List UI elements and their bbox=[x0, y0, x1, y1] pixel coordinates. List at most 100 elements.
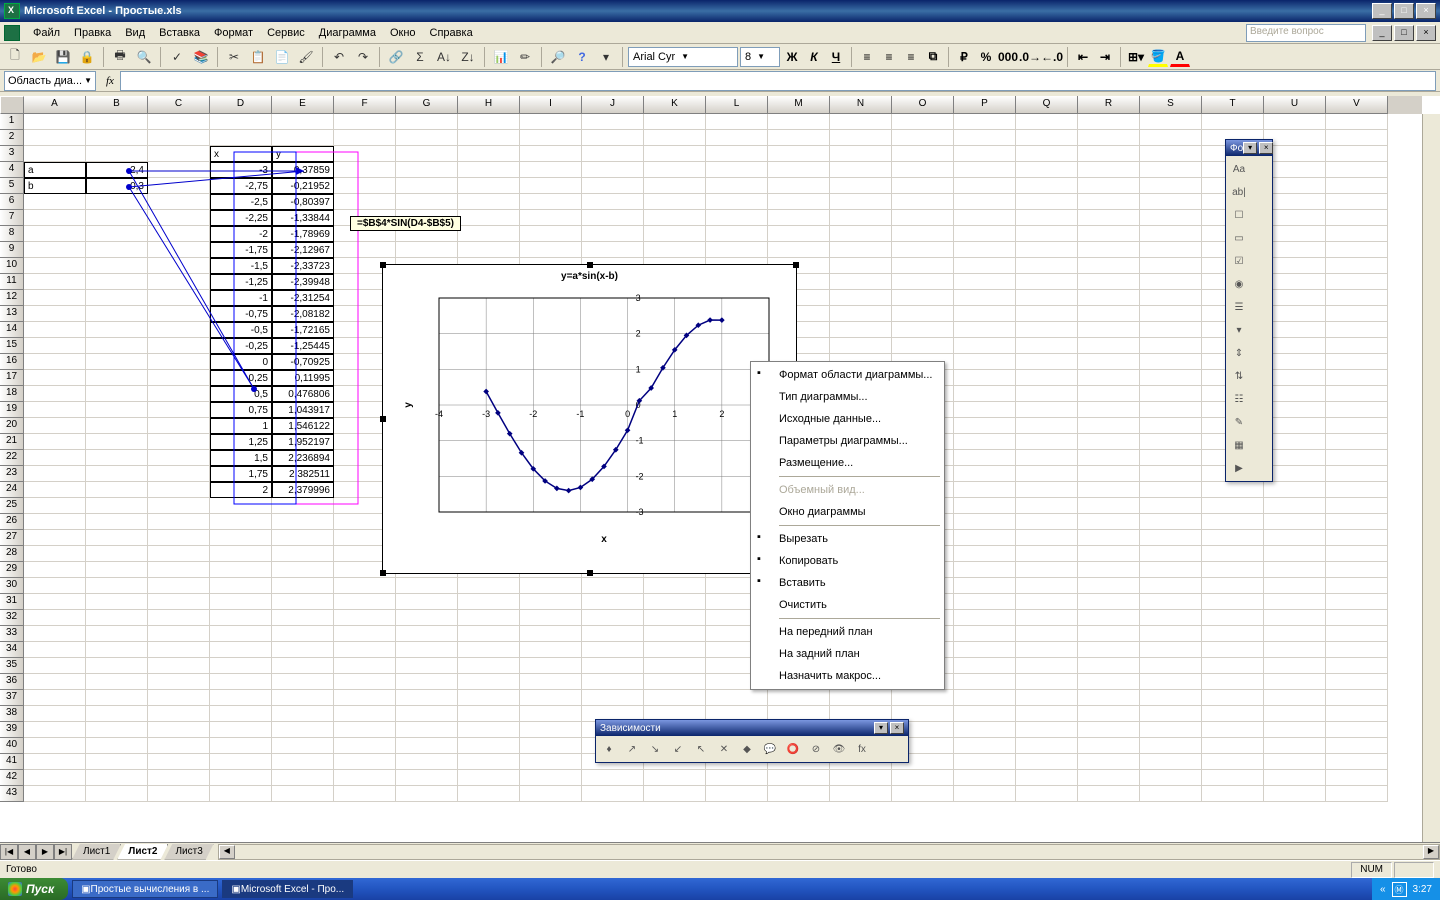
cell-A38[interactable] bbox=[24, 706, 86, 722]
cell-P14[interactable] bbox=[954, 322, 1016, 338]
cell-H30[interactable] bbox=[458, 578, 520, 594]
cell-C36[interactable] bbox=[148, 674, 210, 690]
row-header-18[interactable]: 18 bbox=[0, 386, 24, 402]
cell-E43[interactable] bbox=[272, 786, 334, 802]
cell-A13[interactable] bbox=[24, 306, 86, 322]
menu-формат[interactable]: Формат bbox=[207, 25, 260, 41]
row-header-40[interactable]: 40 bbox=[0, 738, 24, 754]
cell-F36[interactable] bbox=[334, 674, 396, 690]
cell-S8[interactable] bbox=[1140, 226, 1202, 242]
scrollbar-control-icon[interactable]: ⇕ bbox=[1228, 342, 1250, 364]
cell-P35[interactable] bbox=[954, 658, 1016, 674]
col-header-H[interactable]: H bbox=[458, 96, 520, 114]
cell-U4[interactable] bbox=[1264, 162, 1326, 178]
col-header-O[interactable]: O bbox=[892, 96, 954, 114]
cell-C2[interactable] bbox=[148, 130, 210, 146]
cell-C42[interactable] bbox=[148, 770, 210, 786]
cell-S23[interactable] bbox=[1140, 466, 1202, 482]
cell-P27[interactable] bbox=[954, 530, 1016, 546]
cell-C8[interactable] bbox=[148, 226, 210, 242]
cell-V31[interactable] bbox=[1326, 594, 1388, 610]
cell-Q31[interactable] bbox=[1016, 594, 1078, 610]
save-button[interactable]: 💾 bbox=[52, 46, 74, 68]
cell-H5[interactable] bbox=[458, 178, 520, 194]
cell-V3[interactable] bbox=[1326, 146, 1388, 162]
cell-J42[interactable] bbox=[582, 770, 644, 786]
cell-J35[interactable] bbox=[582, 658, 644, 674]
cell-T28[interactable] bbox=[1202, 546, 1264, 562]
cell-G37[interactable] bbox=[396, 690, 458, 706]
trace-precedents-icon[interactable]: ↗ bbox=[621, 738, 643, 760]
cell-Q2[interactable] bbox=[1016, 130, 1078, 146]
cell-D31[interactable] bbox=[210, 594, 272, 610]
cell-A18[interactable] bbox=[24, 386, 86, 402]
cell-B22[interactable] bbox=[86, 450, 148, 466]
cell-A19[interactable] bbox=[24, 402, 86, 418]
cell-V10[interactable] bbox=[1326, 258, 1388, 274]
clear-circles-icon[interactable]: ⊘ bbox=[805, 738, 827, 760]
cell-B23[interactable] bbox=[86, 466, 148, 482]
merge-center-button[interactable]: ⧉ bbox=[923, 47, 943, 67]
cell-T32[interactable] bbox=[1202, 610, 1264, 626]
cell-B9[interactable] bbox=[86, 242, 148, 258]
cell-V40[interactable] bbox=[1326, 738, 1388, 754]
cell-D30[interactable] bbox=[210, 578, 272, 594]
cell-I43[interactable] bbox=[520, 786, 582, 802]
cell-U11[interactable] bbox=[1264, 274, 1326, 290]
cell-D7[interactable]: -2,25 bbox=[210, 210, 272, 226]
cell-B2[interactable] bbox=[86, 130, 148, 146]
cell-C43[interactable] bbox=[148, 786, 210, 802]
cell-V4[interactable] bbox=[1326, 162, 1388, 178]
row-header-5[interactable]: 5 bbox=[0, 178, 24, 194]
cell-H4[interactable] bbox=[458, 162, 520, 178]
cell-B28[interactable] bbox=[86, 546, 148, 562]
cell-R8[interactable] bbox=[1078, 226, 1140, 242]
cell-C20[interactable] bbox=[148, 418, 210, 434]
cell-N5[interactable] bbox=[830, 178, 892, 194]
cell-Q10[interactable] bbox=[1016, 258, 1078, 274]
cell-P23[interactable] bbox=[954, 466, 1016, 482]
ctx-на-передний-план[interactable]: На передний план bbox=[753, 621, 942, 643]
cell-P13[interactable] bbox=[954, 306, 1016, 322]
cell-Q41[interactable] bbox=[1016, 754, 1078, 770]
cell-U40[interactable] bbox=[1264, 738, 1326, 754]
cell-A43[interactable] bbox=[24, 786, 86, 802]
row-header-20[interactable]: 20 bbox=[0, 418, 24, 434]
cell-I33[interactable] bbox=[520, 626, 582, 642]
cell-B13[interactable] bbox=[86, 306, 148, 322]
cell-U24[interactable] bbox=[1264, 482, 1326, 498]
cell-B40[interactable] bbox=[86, 738, 148, 754]
first-sheet-button[interactable]: |◀ bbox=[0, 844, 18, 860]
cell-R40[interactable] bbox=[1078, 738, 1140, 754]
cell-S38[interactable] bbox=[1140, 706, 1202, 722]
cell-V23[interactable] bbox=[1326, 466, 1388, 482]
cell-D20[interactable]: 1 bbox=[210, 418, 272, 434]
cell-I38[interactable] bbox=[520, 706, 582, 722]
cell-P17[interactable] bbox=[954, 370, 1016, 386]
cell-B33[interactable] bbox=[86, 626, 148, 642]
zoom-button[interactable]: 🔎 bbox=[547, 46, 569, 68]
cell-T34[interactable] bbox=[1202, 642, 1264, 658]
cell-Q29[interactable] bbox=[1016, 562, 1078, 578]
row-header-12[interactable]: 12 bbox=[0, 290, 24, 306]
cell-B20[interactable] bbox=[86, 418, 148, 434]
cell-I5[interactable] bbox=[520, 178, 582, 194]
cell-D17[interactable]: 0,25 bbox=[210, 370, 272, 386]
cell-M3[interactable] bbox=[768, 146, 830, 162]
row-header-31[interactable]: 31 bbox=[0, 594, 24, 610]
cell-V29[interactable] bbox=[1326, 562, 1388, 578]
cell-U12[interactable] bbox=[1264, 290, 1326, 306]
cell-C40[interactable] bbox=[148, 738, 210, 754]
cell-G30[interactable] bbox=[396, 578, 458, 594]
remove-arrows-icon[interactable]: ✕ bbox=[713, 738, 735, 760]
cell-I42[interactable] bbox=[520, 770, 582, 786]
cell-C9[interactable] bbox=[148, 242, 210, 258]
cell-V41[interactable] bbox=[1326, 754, 1388, 770]
cell-A37[interactable] bbox=[24, 690, 86, 706]
cell-M9[interactable] bbox=[768, 242, 830, 258]
cell-L43[interactable] bbox=[706, 786, 768, 802]
cell-P30[interactable] bbox=[954, 578, 1016, 594]
cell-R6[interactable] bbox=[1078, 194, 1140, 210]
comma-button[interactable]: 000 bbox=[998, 47, 1018, 67]
cell-V22[interactable] bbox=[1326, 450, 1388, 466]
